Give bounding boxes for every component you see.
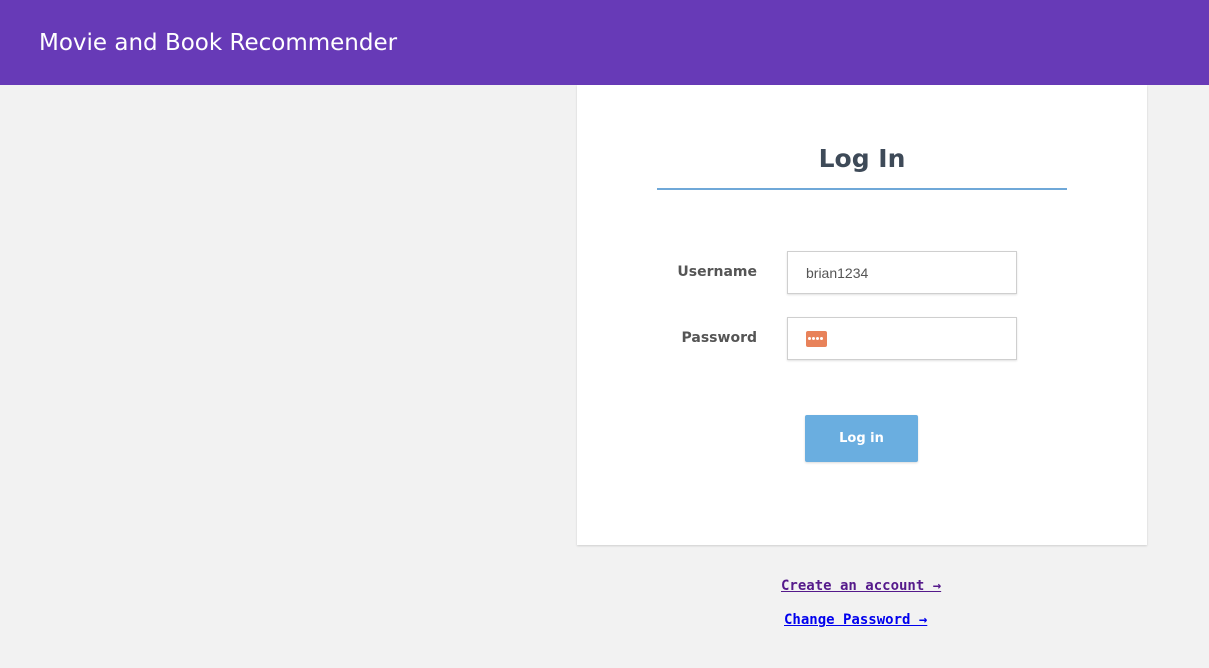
password-input[interactable] xyxy=(787,317,1017,360)
username-value: brian1234 xyxy=(806,265,869,281)
login-card: Log In Username brian1234 Password Log i… xyxy=(577,85,1147,545)
change-password-link[interactable]: Change Password → xyxy=(784,610,927,630)
login-heading: Log In xyxy=(818,144,906,173)
password-key-icon[interactable] xyxy=(806,331,827,347)
create-account-link[interactable]: Create an account → xyxy=(781,576,941,596)
username-label: Username xyxy=(677,264,757,280)
app-title: Movie and Book Recommender xyxy=(39,30,398,56)
username-input[interactable]: brian1234 xyxy=(787,251,1017,294)
heading-divider xyxy=(657,188,1067,190)
login-button[interactable]: Log in xyxy=(805,415,918,462)
top-app-bar: Movie and Book Recommender xyxy=(0,0,1209,85)
password-label: Password xyxy=(681,330,757,346)
